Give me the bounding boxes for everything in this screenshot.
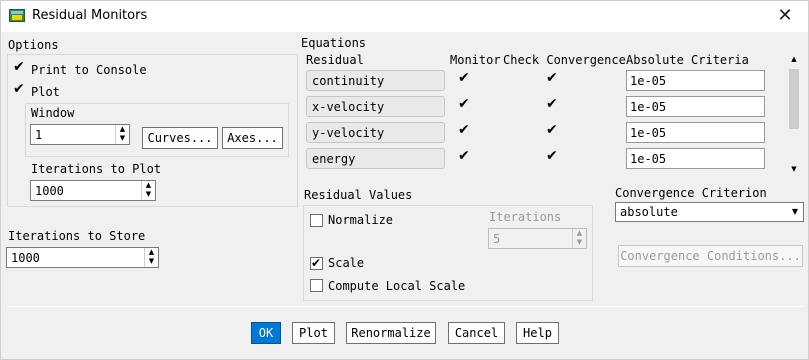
axes-button[interactable]: Axes... bbox=[222, 127, 283, 149]
ok-button[interactable]: OK bbox=[251, 322, 281, 344]
absolute-criteria-field[interactable]: 1e-05 bbox=[626, 148, 765, 169]
spin-up-icon[interactable]: ▲ bbox=[573, 229, 586, 238]
help-button[interactable]: Help bbox=[516, 322, 559, 344]
residual-header: Residual bbox=[306, 53, 364, 67]
normalize-iterations-spin-arrows[interactable]: ▲ ▼ bbox=[572, 229, 586, 248]
iterations-label: Iterations bbox=[489, 210, 562, 224]
iterations-to-store-value: 1000 bbox=[11, 251, 40, 265]
check-convergence-checkbox[interactable] bbox=[546, 71, 559, 87]
options-label: Options bbox=[8, 38, 59, 52]
monitor-checkbox[interactable] bbox=[458, 149, 471, 165]
normalize-checkbox[interactable] bbox=[310, 214, 323, 227]
convergence-criterion-value: absolute bbox=[620, 205, 678, 219]
check-convergence-header: Check Convergence bbox=[503, 53, 626, 67]
iterations-to-plot-spin-arrows[interactable]: ▲ ▼ bbox=[141, 181, 155, 200]
iterations-to-store-spin-arrows[interactable]: ▲ ▼ bbox=[144, 248, 158, 267]
check-convergence-checkbox[interactable] bbox=[546, 97, 559, 113]
scroll-down-icon[interactable]: ▼ bbox=[787, 163, 801, 175]
title-bar: Residual Monitors ✕ bbox=[1, 1, 808, 32]
monitor-checkbox[interactable] bbox=[458, 97, 471, 113]
absolute-criteria-field[interactable]: 1e-05 bbox=[626, 70, 765, 91]
equation-name-field: y-velocity bbox=[306, 122, 445, 143]
iterations-to-plot-spinner[interactable]: 1000 ▲ ▼ bbox=[30, 180, 156, 201]
renormalize-button[interactable]: Renormalize bbox=[346, 322, 436, 344]
plot-checkbox[interactable] bbox=[13, 82, 26, 98]
scale-checkbox[interactable] bbox=[310, 256, 323, 270]
curves-button[interactable]: Curves... bbox=[142, 127, 218, 149]
normalize-iterations-value: 5 bbox=[493, 232, 501, 246]
check-convergence-checkbox[interactable] bbox=[546, 123, 559, 139]
scale-label: Scale bbox=[328, 256, 365, 270]
chevron-down-icon[interactable]: ▼ bbox=[787, 203, 803, 221]
absolute-criteria-field[interactable]: 1e-05 bbox=[626, 122, 765, 143]
spin-down-icon[interactable]: ▼ bbox=[145, 257, 158, 266]
window-spin-arrows[interactable]: ▲ ▼ bbox=[115, 125, 129, 144]
spin-down-icon[interactable]: ▼ bbox=[142, 190, 155, 199]
print-to-console-checkbox[interactable] bbox=[13, 60, 26, 76]
normalize-iterations-spinner[interactable]: 5 ▲ ▼ bbox=[488, 228, 587, 249]
spin-up-icon[interactable]: ▲ bbox=[116, 125, 129, 134]
normalize-label: Normalize bbox=[328, 213, 394, 227]
iterations-to-plot-label: Iterations to Plot bbox=[31, 162, 162, 176]
equations-label: Equations bbox=[301, 36, 367, 50]
plot-button[interactable]: Plot bbox=[292, 322, 335, 344]
scroll-up-icon[interactable]: ▲ bbox=[787, 53, 801, 65]
iterations-to-plot-value: 1000 bbox=[35, 184, 64, 198]
convergence-criterion-select[interactable]: absolute ▼ bbox=[615, 202, 804, 222]
monitor-checkbox[interactable] bbox=[458, 123, 471, 139]
scrollbar-thumb[interactable] bbox=[789, 69, 799, 129]
monitor-checkbox[interactable] bbox=[458, 71, 471, 87]
plot-label: Plot bbox=[31, 85, 60, 99]
absolute-criteria-header: Absolute Criteria bbox=[626, 53, 749, 67]
check-convergence-checkbox[interactable] bbox=[546, 149, 559, 165]
compute-local-scale-checkbox[interactable] bbox=[310, 279, 323, 292]
iterations-to-store-label: Iterations to Store bbox=[8, 229, 146, 243]
compute-local-scale-label: Compute Local Scale bbox=[328, 279, 466, 293]
window-label: Window bbox=[31, 106, 75, 120]
equation-name-field: continuity bbox=[306, 70, 445, 91]
absolute-criteria-field[interactable]: 1e-05 bbox=[626, 96, 765, 117]
spin-down-icon[interactable]: ▼ bbox=[573, 238, 586, 247]
spin-down-icon[interactable]: ▼ bbox=[116, 134, 129, 143]
equation-name-field: x-velocity bbox=[306, 96, 445, 117]
close-button[interactable]: ✕ bbox=[770, 4, 800, 28]
convergence-criterion-label: Convergence Criterion bbox=[615, 186, 767, 200]
window-title: Residual Monitors bbox=[32, 8, 148, 23]
residual-values-label: Residual Values bbox=[304, 188, 413, 202]
spin-up-icon[interactable]: ▲ bbox=[142, 181, 155, 190]
window-spinner[interactable]: 1 ▲ ▼ bbox=[30, 124, 130, 145]
residual-monitors-dialog: Residual Monitors ✕ Options Print to Con… bbox=[0, 0, 809, 360]
monitor-header: Monitor bbox=[450, 53, 501, 67]
equations-scrollbar[interactable]: ▲ ▼ bbox=[787, 53, 801, 175]
app-icon bbox=[9, 9, 25, 22]
convergence-conditions-button[interactable]: Convergence Conditions... bbox=[618, 245, 803, 267]
spin-up-icon[interactable]: ▲ bbox=[145, 248, 158, 257]
window-value: 1 bbox=[35, 128, 43, 142]
iterations-to-store-spinner[interactable]: 1000 ▲ ▼ bbox=[6, 247, 159, 268]
equation-name-field: energy bbox=[306, 148, 445, 169]
divider bbox=[7, 306, 803, 307]
print-to-console-label: Print to Console bbox=[31, 63, 147, 77]
cancel-button[interactable]: Cancel bbox=[448, 322, 505, 344]
